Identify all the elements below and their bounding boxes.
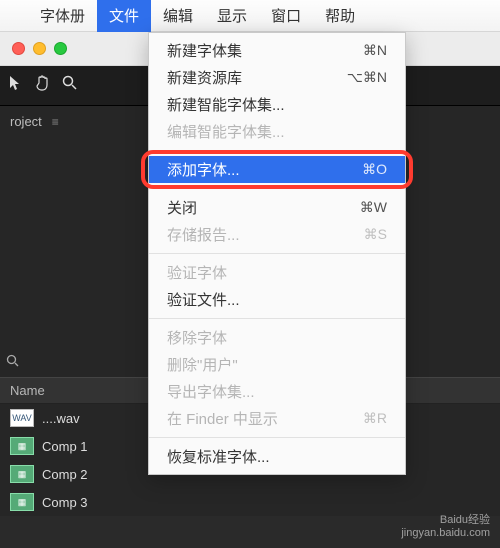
menu-item-label: 验证文件... xyxy=(167,289,240,310)
watermark-line2: jingyan.baidu.com xyxy=(401,527,490,540)
menu-item-label: 导出字体集... xyxy=(167,381,255,402)
menu-item[interactable]: 新建字体集 ⌘N xyxy=(149,37,405,64)
minimize-icon[interactable] xyxy=(33,42,46,55)
menu-item-label: 在 Finder 中显示 xyxy=(167,408,278,429)
list-item-label: Comp 1 xyxy=(42,439,88,454)
close-icon[interactable] xyxy=(12,42,25,55)
menu-item[interactable]: 关闭 ⌘W xyxy=(149,194,405,221)
selection-tool-icon[interactable] xyxy=(8,75,24,96)
menu-item-label: 关闭 xyxy=(167,197,197,218)
menu-item: 导出字体集... xyxy=(149,378,405,405)
menu-item: 删除"用户" xyxy=(149,351,405,378)
composition-icon: ▦ xyxy=(10,437,34,455)
menu-item-shortcut: ⌘R xyxy=(363,410,387,427)
menubar-app-title[interactable]: 字体册 xyxy=(28,0,97,32)
menu-item: 编辑智能字体集... xyxy=(149,118,405,145)
menu-item[interactable]: 验证文件... xyxy=(149,286,405,313)
menubar: 字体册 文件 编辑 显示 窗口 帮助 xyxy=(0,0,500,32)
panel-menu-icon[interactable]: ≡ xyxy=(52,115,58,129)
menu-item[interactable]: 添加字体... ⌘O xyxy=(149,156,405,183)
menu-item-label: 添加字体... xyxy=(167,159,240,180)
menu-item[interactable]: 新建智能字体集... xyxy=(149,91,405,118)
menu-item-label: 存储报告... xyxy=(167,224,240,245)
menubar-help[interactable]: 帮助 xyxy=(313,0,367,32)
menubar-view[interactable]: 显示 xyxy=(205,0,259,32)
zoom-tool-icon[interactable] xyxy=(62,75,78,96)
menubar-window[interactable]: 窗口 xyxy=(259,0,313,32)
wav-file-icon: WAV xyxy=(10,409,34,427)
menu-item[interactable]: 新建资源库 ⌥⌘N xyxy=(149,64,405,91)
menubar-file[interactable]: 文件 xyxy=(97,0,151,32)
list-item-label: Comp 2 xyxy=(42,467,88,482)
menu-item-shortcut: ⌘W xyxy=(360,199,387,216)
menu-separator xyxy=(149,188,405,189)
search-icon[interactable] xyxy=(6,354,20,371)
watermark-line1: Baidu经验 xyxy=(401,514,490,527)
menu-item: 验证字体 xyxy=(149,259,405,286)
menu-item-label: 新建智能字体集... xyxy=(167,94,285,115)
menu-separator xyxy=(149,150,405,151)
menu-separator xyxy=(149,253,405,254)
menu-item-label: 新建资源库 xyxy=(167,67,242,88)
composition-icon: ▦ xyxy=(10,493,34,511)
menu-item-shortcut: ⌘N xyxy=(363,42,387,59)
file-menu-dropdown: 新建字体集 ⌘N 新建资源库 ⌥⌘N 新建智能字体集... 编辑智能字体集... 添加字体.… xyxy=(148,32,406,475)
list-item-label: Comp 3 xyxy=(42,495,88,510)
menu-item-shortcut: ⌥⌘N xyxy=(347,69,387,86)
hand-tool-icon[interactable] xyxy=(34,74,52,97)
menu-item: 移除字体 xyxy=(149,324,405,351)
menu-item-label: 删除"用户" xyxy=(167,354,238,375)
menu-item[interactable]: 恢复标准字体... xyxy=(149,443,405,470)
menu-item-label: 新建字体集 xyxy=(167,40,242,61)
watermark: Baidu经验 jingyan.baidu.com xyxy=(401,514,490,540)
menu-item: 存储报告... ⌘S xyxy=(149,221,405,248)
menu-item-shortcut: ⌘O xyxy=(362,161,387,178)
menu-item: 在 Finder 中显示 ⌘R xyxy=(149,405,405,432)
list-item[interactable]: ▦ Comp 3 xyxy=(0,488,500,516)
menu-item-label: 验证字体 xyxy=(167,262,227,283)
project-panel-title: roject xyxy=(10,114,42,129)
menu-item-shortcut: ⌘S xyxy=(364,226,387,243)
menu-item-label: 编辑智能字体集... xyxy=(167,121,285,142)
menu-separator xyxy=(149,437,405,438)
menu-item-label: 移除字体 xyxy=(167,327,227,348)
menu-item-label: 恢复标准字体... xyxy=(167,446,270,467)
list-item-label: ....wav xyxy=(42,411,80,426)
menu-separator xyxy=(149,318,405,319)
menubar-edit[interactable]: 编辑 xyxy=(151,0,205,32)
maximize-icon[interactable] xyxy=(54,42,67,55)
composition-icon: ▦ xyxy=(10,465,34,483)
